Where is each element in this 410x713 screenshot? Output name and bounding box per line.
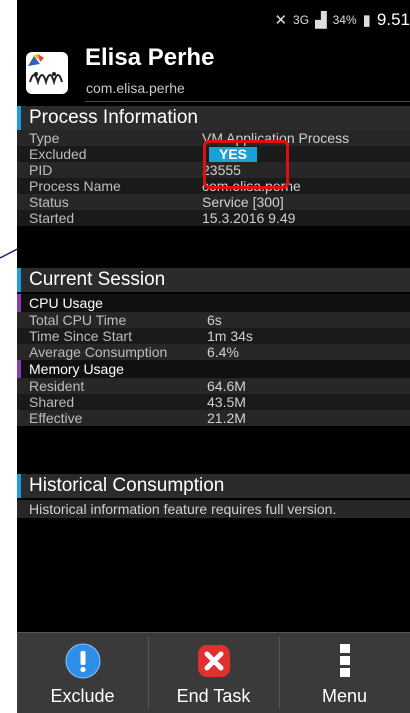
row-label: Resident <box>29 378 85 394</box>
signal-icon: ▟ <box>315 12 327 29</box>
cpu-rows: Total CPU Time 6s Time Since Start 1m 34… <box>17 312 410 360</box>
end-task-label: End Task <box>176 686 251 706</box>
subsection-cpu-usage: CPU Usage <box>17 294 410 312</box>
section-accent-bar <box>17 106 21 130</box>
historical-info-text: Historical information feature requires … <box>17 500 410 518</box>
row-label: Process Name <box>29 178 121 194</box>
row-label: Effective <box>29 410 83 426</box>
menu-button[interactable]: Menu <box>279 633 410 713</box>
row-label: Started <box>29 210 75 226</box>
row-label: PID <box>29 162 53 178</box>
current-session-list: CPU Usage Total CPU Time 6s Time Since S… <box>17 294 410 426</box>
row-value: 64.6M <box>207 378 246 394</box>
section-historical-consumption: Historical Consumption <box>17 474 410 498</box>
section-current-session: Current Session <box>17 268 410 292</box>
subsection-title: Memory Usage <box>29 361 124 377</box>
highlight-box <box>203 140 289 189</box>
end-task-button[interactable]: End Task <box>148 633 279 713</box>
list-item: Effective 21.2M <box>17 410 410 426</box>
mute-icon: ✕ <box>274 12 288 29</box>
section-accent-bar <box>17 268 21 292</box>
list-item: Resident 64.6M <box>17 378 410 394</box>
app-header: Elisa Perhe com.elisa.perhe <box>17 30 410 102</box>
list-item: Status Service [300] <box>17 194 410 210</box>
status-bar: ✕ 3G ▟ 34% ▮ 9.51 <box>17 0 410 34</box>
row-value: 6s <box>207 312 222 328</box>
app-title: Elisa Perhe <box>85 44 215 71</box>
battery-icon: ▮ <box>362 12 371 29</box>
row-label: Status <box>29 194 69 210</box>
section-title: Current Session <box>29 269 166 290</box>
section-accent-bar <box>17 474 21 498</box>
row-label: Total CPU Time <box>29 312 127 328</box>
row-label: Average Consumption <box>29 344 168 360</box>
row-value: 6.4% <box>207 344 239 360</box>
subsection-accent-bar <box>17 294 21 312</box>
row-label: Type <box>29 130 60 146</box>
list-item: Total CPU Time 6s <box>17 312 410 328</box>
row-label: Excluded <box>29 146 87 162</box>
subsection-memory-usage: Memory Usage <box>17 360 410 378</box>
memory-rows: Resident 64.6M Shared 43.5M Effective 21… <box>17 378 410 426</box>
overflow-menu-icon <box>339 644 350 677</box>
list-item: Average Consumption 6.4% <box>17 344 410 360</box>
section-title: Process Information <box>29 107 198 128</box>
menu-label: Menu <box>321 686 368 706</box>
section-process-information: Process Information <box>17 106 410 130</box>
row-value: 1m 34s <box>207 328 253 344</box>
bottom-action-bar: Exclude End Task Menu <box>17 632 410 713</box>
subsection-title: CPU Usage <box>29 295 103 311</box>
exclude-label: Exclude <box>50 686 115 706</box>
close-x-icon <box>197 645 230 677</box>
list-item: Time Since Start 1m 34s <box>17 328 410 344</box>
list-item: Started 15.3.2016 9.49 <box>17 210 410 226</box>
section-title: Historical Consumption <box>29 475 225 496</box>
row-value: 43.5M <box>207 394 246 410</box>
info-exclamation-icon <box>65 643 100 679</box>
row-label: Shared <box>29 394 75 410</box>
row-value: 15.3.2016 9.49 <box>202 210 296 226</box>
list-item: Shared 43.5M <box>17 394 410 410</box>
network-type: 3G <box>293 13 310 27</box>
row-label: Time Since Start <box>29 328 132 344</box>
phone-screen: ✕ 3G ▟ 34% ▮ 9.51 Elisa Perhe com.elisa.… <box>17 0 410 713</box>
clock: 9.51 <box>376 10 410 29</box>
battery-percent: 34% <box>332 13 357 27</box>
row-value: 21.2M <box>207 410 246 426</box>
header-divider <box>85 101 410 102</box>
exclude-button[interactable]: Exclude <box>17 633 148 713</box>
app-package-name: com.elisa.perhe <box>86 80 185 96</box>
subsection-accent-bar <box>17 360 21 378</box>
app-icon <box>26 52 68 94</box>
row-value: Service [300] <box>202 194 284 210</box>
